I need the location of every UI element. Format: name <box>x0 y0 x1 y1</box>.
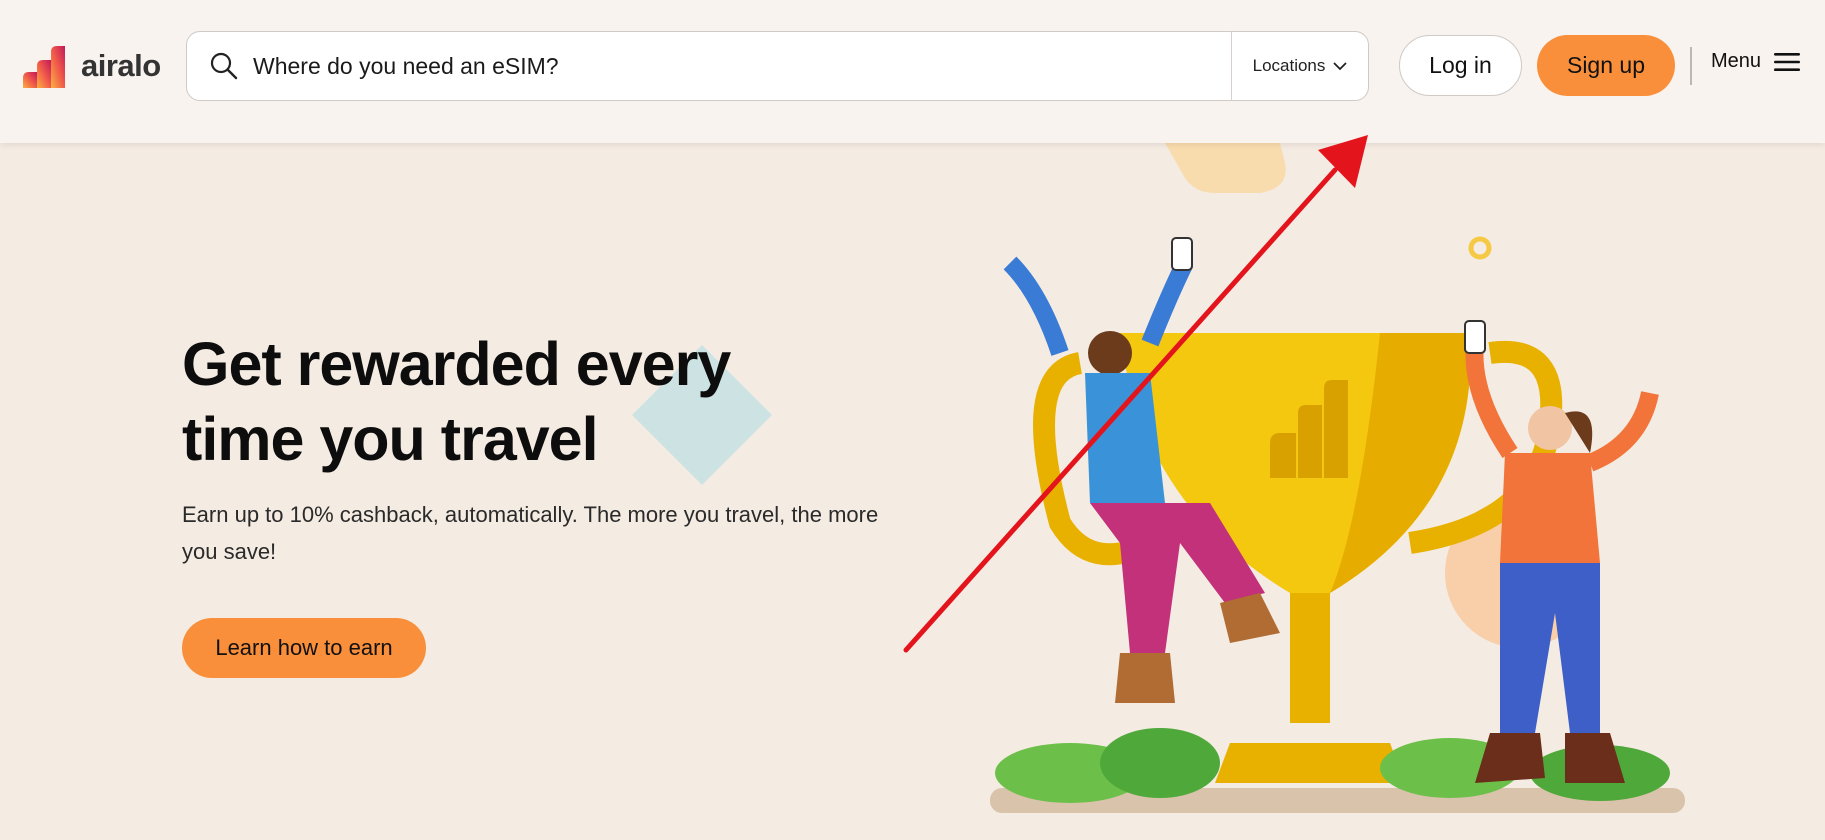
hero-title-line-1: Get rewarded every <box>182 330 731 398</box>
decor-shape <box>1165 143 1286 193</box>
locations-dropdown[interactable]: Locations <box>1232 56 1368 76</box>
woman-right-body <box>1500 453 1600 563</box>
chevron-down-icon <box>1333 62 1348 71</box>
airalo-logo-icon <box>23 46 65 88</box>
hero-subtitle-line-1: Earn up to 10% cashback, automatically. … <box>182 502 879 527</box>
airalo-logo[interactable]: airalo <box>21 44 161 88</box>
site-header: airalo Where do you need an eSIM? Locati… <box>0 0 1825 143</box>
trophy-illustration <box>990 143 1685 813</box>
search-bar[interactable]: Where do you need an eSIM? Locations <box>186 31 1369 101</box>
logo-text: airalo <box>81 48 161 83</box>
woman-left-head <box>1088 331 1132 375</box>
menu-label: Menu <box>1711 50 1762 72</box>
hero-title-line-2: time you travel <box>182 405 599 473</box>
hamburger-icon <box>1774 52 1801 71</box>
woman-right-head <box>1528 406 1572 450</box>
signup-button[interactable]: Sign up <box>1537 35 1675 96</box>
hero-title: Get rewarded every time you travel <box>182 327 902 477</box>
login-button[interactable]: Log in <box>1399 35 1522 96</box>
search-input[interactable]: Where do you need an eSIM? <box>253 53 1231 80</box>
trophy-base <box>1215 743 1405 783</box>
learn-how-to-earn-button[interactable]: Learn how to earn <box>182 618 426 678</box>
decor-ring <box>1468 236 1492 260</box>
search-icon <box>210 52 238 80</box>
locations-label: Locations <box>1252 56 1326 75</box>
woman-right-pants <box>1500 563 1600 733</box>
menu-button[interactable]: Menu <box>1711 50 1801 73</box>
hero-subtitle: Earn up to 10% cashback, automatically. … <box>182 496 882 570</box>
trophy-stem <box>1290 593 1330 723</box>
nav-divider <box>1690 47 1692 85</box>
hero-subtitle-line-2: you save! <box>182 539 277 564</box>
